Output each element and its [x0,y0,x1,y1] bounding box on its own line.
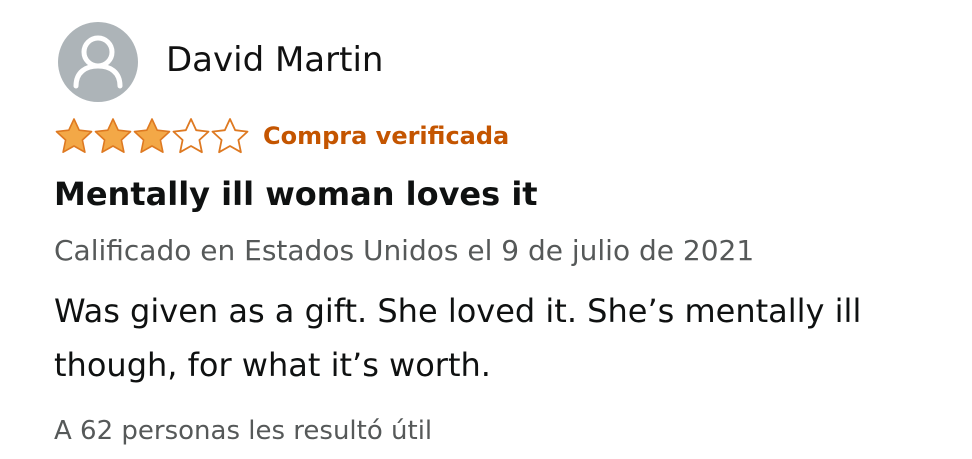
star-rating[interactable] [54,116,249,156]
star-filled-icon [132,116,172,156]
review-title[interactable]: Mentally ill woman loves it [54,175,538,213]
review-body: Was given as a gift. She loved it. She’s… [54,292,862,384]
reviewer-name[interactable]: David Martin [166,40,383,80]
user-icon [73,35,123,89]
rating-row: Compra verificada [54,116,509,156]
reviewer-profile[interactable]: David Martin [58,22,383,102]
review-card: David Martin Compra verificada Mentally … [0,0,972,459]
avatar[interactable] [58,22,138,102]
helpful-count: A 62 personas les resultó útil [54,416,433,446]
review-date: Calificado en Estados Unidos el 9 de jul… [54,234,755,267]
star-filled-icon [93,116,133,156]
star-empty-icon [171,116,211,156]
star-filled-icon [54,116,94,156]
verified-purchase-badge[interactable]: Compra verificada [263,122,509,150]
star-empty-icon [210,116,250,156]
